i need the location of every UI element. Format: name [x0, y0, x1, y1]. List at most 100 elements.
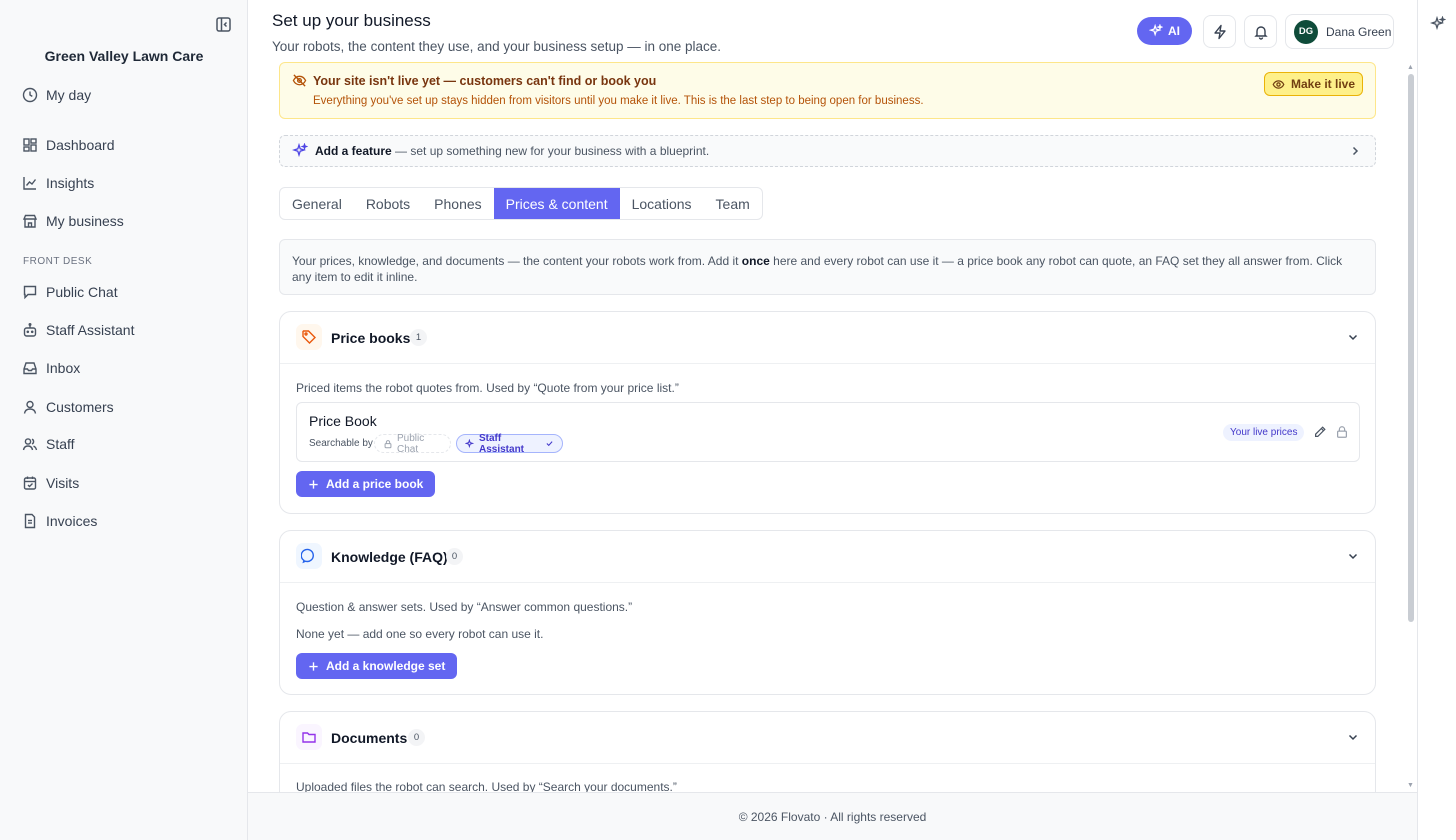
- page-subtitle: Your robots, the content they use, and y…: [272, 39, 722, 54]
- eye-off-icon: [292, 73, 307, 88]
- documents-count: 0: [408, 729, 425, 746]
- eye-icon: [1272, 78, 1285, 91]
- user-icon: [22, 399, 38, 415]
- sidebar-item-insights[interactable]: Insights: [22, 172, 94, 194]
- line-chart-icon: [22, 175, 38, 191]
- sidebar-item-staff[interactable]: Staff: [22, 433, 75, 455]
- sidebar: Green Valley Lawn Care My day Dashboard …: [0, 0, 248, 840]
- banner-title: Your site isn't live yet — customers can…: [313, 74, 657, 88]
- make-it-live-label: Make it live: [1290, 77, 1356, 91]
- sparkles-icon[interactable]: [1430, 16, 1446, 32]
- price-books-title: Price books: [331, 330, 411, 346]
- sidebar-item-label: Dashboard: [46, 137, 115, 153]
- make-it-live-button[interactable]: Make it live: [1264, 72, 1363, 96]
- sidebar-item-customers[interactable]: Customers: [22, 396, 114, 418]
- price-books-card: Price books 1 Priced items the robot quo…: [279, 311, 1376, 514]
- tab-locations[interactable]: Locations: [620, 188, 704, 219]
- ai-button[interactable]: AI: [1137, 17, 1192, 45]
- lock-icon: [383, 439, 393, 449]
- scrollbar[interactable]: ▲ ▼: [1406, 64, 1416, 792]
- tab-robots[interactable]: Robots: [354, 188, 422, 219]
- sidebar-item-inbox[interactable]: Inbox: [22, 357, 80, 379]
- intro-emphasis: once: [741, 254, 770, 268]
- sparkles-icon: [292, 143, 308, 159]
- sidebar-item-public-chat[interactable]: Public Chat: [22, 281, 118, 303]
- live-prices-badge: Your live prices: [1223, 424, 1305, 441]
- settings-tabs: General Robots Phones Prices & content L…: [279, 187, 763, 220]
- lock-icon: [1335, 425, 1349, 439]
- sparkles-icon: [1149, 24, 1163, 38]
- plus-icon: [308, 661, 319, 672]
- plus-icon: [308, 479, 319, 490]
- tag-icon: [296, 324, 322, 350]
- footer: © 2026 Flovato · All rights reserved: [248, 792, 1417, 840]
- bell-icon: [1253, 24, 1269, 40]
- knowledge-header[interactable]: Knowledge (FAQ) 0: [280, 531, 1375, 583]
- collapse-sidebar-icon[interactable]: [215, 16, 232, 33]
- add-price-book-label: Add a price book: [326, 477, 424, 491]
- add-knowledge-set-button[interactable]: Add a knowledge set: [296, 653, 458, 679]
- documents-header[interactable]: Documents 0: [280, 712, 1375, 764]
- user-menu-button[interactable]: DG Dana Green: [1285, 14, 1394, 49]
- scroll-down-icon[interactable]: ▼: [1407, 782, 1414, 789]
- scroll-thumb[interactable]: [1408, 74, 1414, 622]
- scroll-up-icon[interactable]: ▲: [1407, 64, 1414, 71]
- avatar: DG: [1294, 19, 1318, 44]
- add-feature-label: Add a feature: [315, 144, 392, 158]
- sidebar-item-label: Customers: [46, 399, 114, 415]
- chip-staff-assistant[interactable]: Staff Assistant: [456, 432, 563, 455]
- sidebar-item-invoices[interactable]: Invoices: [22, 510, 97, 532]
- knowledge-empty-state: None yet — add one so every robot can us…: [296, 627, 544, 641]
- sidebar-item-label: Insights: [46, 175, 95, 191]
- add-price-book-button[interactable]: Add a price book: [296, 471, 436, 497]
- front-desk-section-label: FRONT DESK: [23, 256, 93, 267]
- price-book-item[interactable]: Price Book Searchable by Public Chat Sta…: [296, 402, 1360, 462]
- lightning-icon: [1212, 24, 1228, 40]
- chevron-down-icon[interactable]: [1347, 731, 1359, 743]
- business-name: Green Valley Lawn Care: [44, 48, 204, 64]
- clock-icon: [22, 87, 38, 103]
- knowledge-count: 0: [446, 548, 463, 565]
- tab-prices-content[interactable]: Prices & content: [493, 188, 620, 219]
- intro-text: Your prices, knowledge, and documents — …: [292, 254, 742, 268]
- sidebar-item-staff-assistant[interactable]: Staff Assistant: [22, 319, 134, 341]
- sidebar-item-label: My business: [46, 213, 124, 229]
- price-books-description: Priced items the robot quotes from. Used…: [296, 381, 679, 395]
- sidebar-item-label: Staff Assistant: [46, 322, 135, 338]
- sidebar-item-label: Inbox: [46, 360, 81, 376]
- add-feature-description: — set up something new for your business…: [391, 144, 710, 158]
- tab-team[interactable]: Team: [704, 188, 762, 219]
- add-feature-text: Add a feature — set up something new for…: [315, 144, 709, 158]
- ai-button-label: AI: [1168, 24, 1180, 38]
- add-feature-row[interactable]: Add a feature — set up something new for…: [279, 135, 1376, 167]
- sidebar-item-my-business[interactable]: My business: [22, 210, 124, 232]
- footer-text: © 2026 Flovato · All rights reserved: [738, 809, 927, 824]
- chevron-down-icon[interactable]: [1347, 550, 1359, 562]
- price-books-header[interactable]: Price books 1: [280, 312, 1375, 364]
- chevron-right-icon: [1349, 145, 1361, 157]
- sidebar-item-dashboard[interactable]: Dashboard: [22, 134, 115, 156]
- chip-label: Staff Assistant: [479, 432, 525, 455]
- chip-label: Public Chat: [397, 432, 425, 455]
- tab-phones[interactable]: Phones: [422, 188, 493, 219]
- users-icon: [22, 436, 38, 452]
- chevron-down-icon[interactable]: [1347, 331, 1359, 343]
- searchable-by-label: Searchable by: [309, 438, 373, 449]
- store-icon: [22, 213, 38, 229]
- tab-general[interactable]: General: [280, 188, 354, 219]
- content-intro: Your prices, knowledge, and documents — …: [279, 239, 1376, 295]
- user-name: Dana Green: [1326, 24, 1392, 39]
- notifications-button[interactable]: [1244, 15, 1277, 48]
- pencil-icon[interactable]: [1313, 425, 1327, 439]
- sidebar-item-label: Visits: [46, 475, 80, 491]
- sidebar-item-my-day[interactable]: My day: [22, 84, 91, 106]
- folder-icon: [296, 724, 322, 750]
- chip-public-chat[interactable]: Public Chat: [374, 432, 451, 455]
- quick-actions-button[interactable]: [1203, 15, 1236, 48]
- page-title: Set up your business: [272, 11, 431, 30]
- sidebar-item-label: Public Chat: [46, 284, 118, 300]
- sidebar-item-label: My day: [46, 87, 92, 103]
- knowledge-description: Question & answer sets. Used by “Answer …: [296, 600, 633, 614]
- sidebar-item-label: Invoices: [46, 513, 98, 529]
- sidebar-item-visits[interactable]: Visits: [22, 472, 79, 494]
